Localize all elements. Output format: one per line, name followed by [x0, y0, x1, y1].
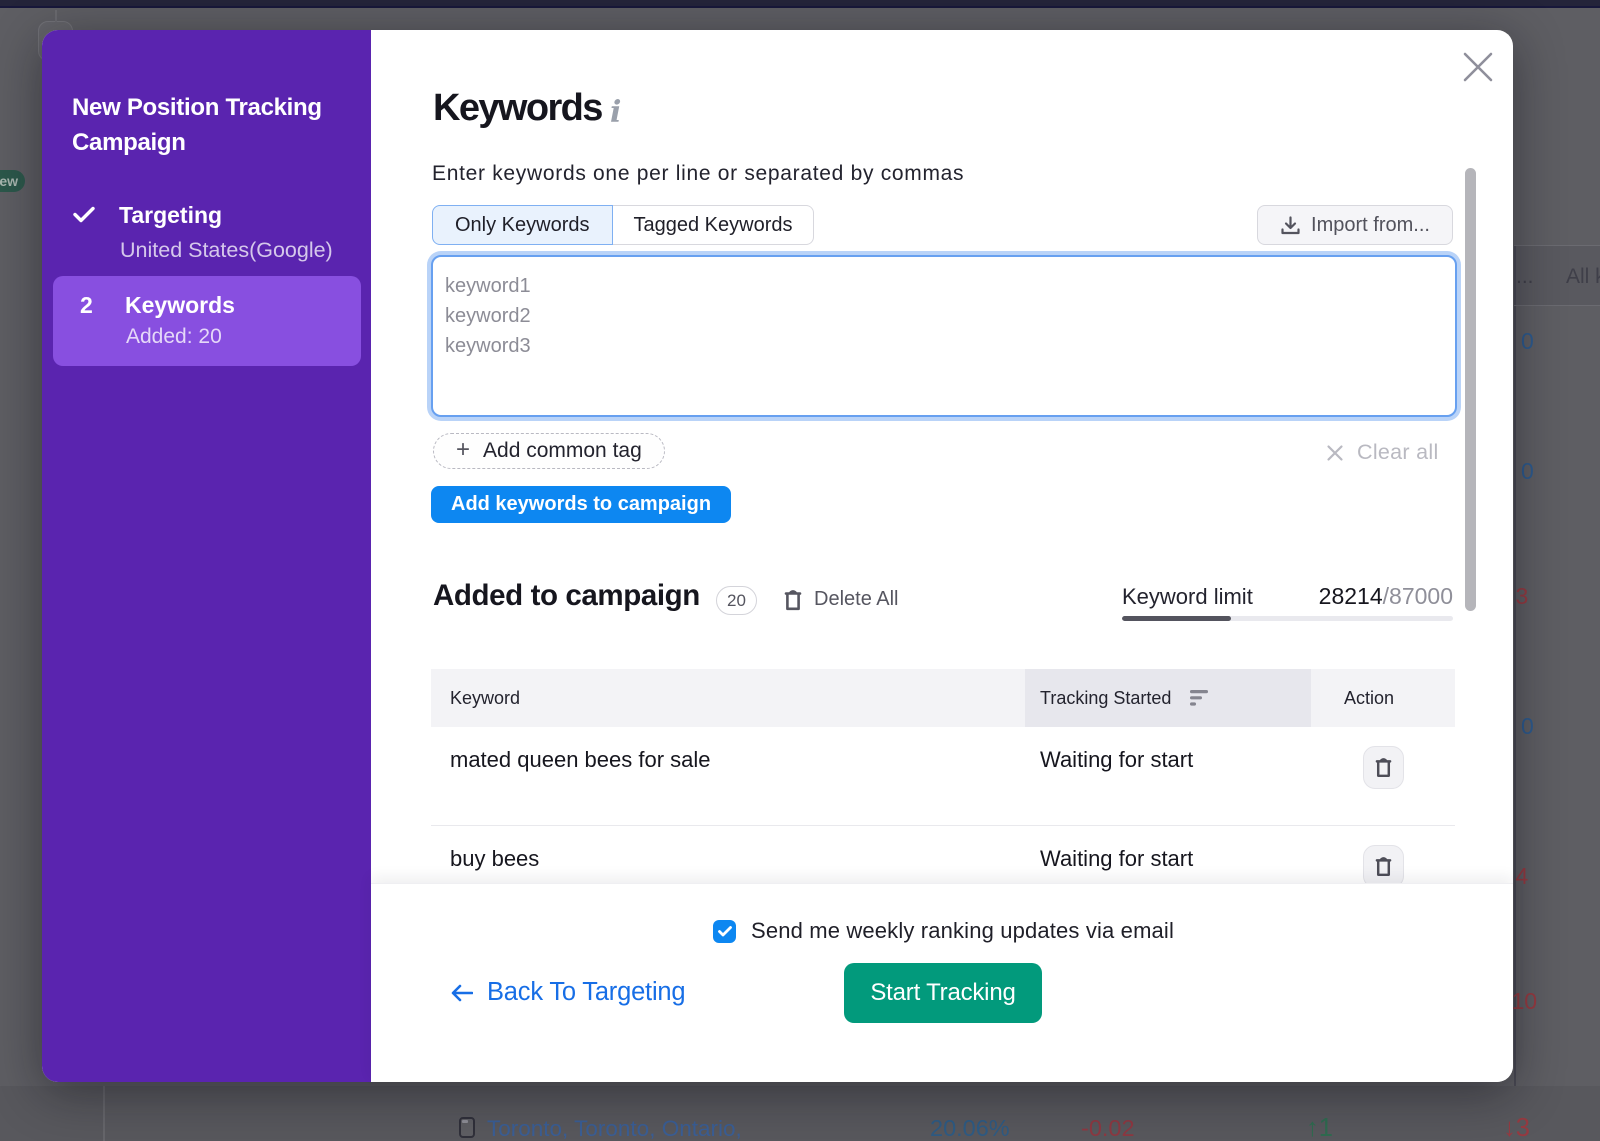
arrow-left-icon — [450, 984, 473, 1002]
import-from-button[interactable]: Import from... — [1257, 205, 1453, 245]
delete-row-button[interactable] — [1363, 845, 1404, 883]
background-bottom-strip — [0, 1086, 1600, 1141]
keywords-textarea[interactable] — [431, 255, 1457, 417]
added-count-badge: 20 — [716, 586, 757, 615]
table-row: buy bees Waiting for start — [431, 826, 1455, 883]
modal-footer: Send me weekly ranking updates via email… — [371, 883, 1513, 1082]
tab-tagged-keywords[interactable]: Tagged Keywords — [613, 205, 815, 245]
table-row: mated queen bees for sale Waiting for st… — [431, 727, 1455, 826]
email-updates-label: Send me weekly ranking updates via email — [751, 918, 1174, 944]
tab-only-keywords[interactable]: Only Keywords — [432, 205, 613, 245]
back-to-targeting-link[interactable]: Back To Targeting — [450, 978, 685, 1007]
clear-icon — [1325, 443, 1345, 463]
delete-all-label: Delete All — [814, 588, 899, 611]
added-keywords-table: Keyword Tracking Started Action mated qu… — [431, 669, 1455, 883]
wizard-title: New Position Tracking Campaign — [72, 90, 348, 160]
row-status: Waiting for start — [1025, 727, 1311, 774]
trash-icon — [1375, 856, 1392, 877]
added-to-campaign-heading: Added to campaign — [433, 577, 700, 615]
sidebar-step-keywords[interactable] — [53, 276, 361, 366]
column-header-keyword[interactable]: Keyword — [431, 669, 1025, 727]
row-keyword: buy bees — [431, 826, 1025, 873]
plus-icon: + — [456, 438, 470, 462]
close-icon[interactable] — [1462, 51, 1494, 83]
column-header-tracking-label: Tracking Started — [1040, 688, 1171, 709]
table-rows-viewport: mated queen bees for sale Waiting for st… — [431, 727, 1455, 883]
import-from-label: Import from... — [1311, 214, 1430, 237]
keyword-limit-value: 28214/87000 — [1260, 583, 1453, 610]
back-to-targeting-label: Back To Targeting — [487, 978, 685, 1007]
sidebar-step-keywords-sub: Added: 20 — [126, 323, 222, 351]
row-action — [1311, 826, 1455, 883]
sort-icon — [1190, 690, 1208, 707]
keyword-limit-used: 28214 — [1319, 583, 1383, 609]
background-diff-value: -0.02 — [1081, 1115, 1135, 1141]
email-updates-row: Send me weekly ranking updates via email — [713, 918, 1174, 944]
background-hairline — [55, 10, 57, 22]
table-header: Keyword Tracking Started Action — [431, 669, 1455, 727]
trash-icon — [1375, 757, 1392, 778]
add-keywords-button[interactable]: Add keywords to campaign — [431, 486, 731, 523]
background-down-value: ↓3 — [1503, 1114, 1530, 1141]
wizard-sidebar: New Position Tracking Campaign Targeting… — [42, 30, 371, 1082]
delete-row-button[interactable] — [1363, 746, 1404, 789]
keyword-limit-progressbar — [1122, 616, 1453, 621]
clear-all-label: Clear all — [1357, 440, 1439, 465]
column-header-action: Action — [1311, 669, 1455, 727]
column-header-tracking-started[interactable]: Tracking Started — [1025, 669, 1311, 727]
email-updates-checkbox[interactable] — [713, 920, 736, 943]
start-tracking-button[interactable]: Start Tracking — [844, 963, 1042, 1023]
check-icon — [73, 206, 95, 223]
info-icon[interactable]: i — [610, 95, 621, 130]
delete-all-button[interactable]: Delete All — [784, 588, 899, 611]
keywords-hint: Enter keywords one per line or separated… — [432, 161, 964, 187]
add-common-tag-button[interactable]: + Add common tag — [433, 433, 665, 469]
row-action — [1311, 727, 1455, 789]
keyword-limit-progress-fill — [1122, 616, 1231, 621]
clear-all-button[interactable]: Clear all — [1325, 440, 1439, 465]
sidebar-step-targeting[interactable]: Targeting — [119, 201, 222, 229]
keywords-mode-toggle: Only Keywords Tagged Keywords — [432, 205, 814, 245]
sidebar-step-keywords-label: Keywords — [125, 291, 235, 319]
trash-icon — [784, 589, 802, 611]
modal-scrollbar-thumb[interactable] — [1465, 168, 1476, 611]
check-icon — [718, 926, 732, 937]
page-title: Keywords — [433, 86, 602, 130]
background-value: 0 — [1521, 458, 1534, 485]
download-icon — [1280, 215, 1301, 236]
keyword-limit-label: Keyword limit — [1122, 584, 1253, 610]
background-city-link: Toronto, Toronto, Ontario, — [487, 1116, 742, 1141]
step-number: 2 — [80, 291, 93, 319]
background-value: 0 — [1521, 713, 1534, 740]
mobile-phone-icon — [459, 1117, 475, 1138]
background-new-badge: ew — [0, 170, 25, 192]
background-visibility-value: 20.06% — [930, 1115, 1010, 1141]
background-value: 0 — [1521, 328, 1534, 355]
background-header-dots: ... — [1516, 265, 1534, 289]
background-bottom-border — [103, 1086, 105, 1141]
row-keyword: mated queen bees for sale — [431, 727, 1025, 774]
keyword-limit-total: /87000 — [1383, 583, 1453, 609]
add-common-tag-label: Add common tag — [483, 439, 642, 463]
background-top-navbar — [0, 0, 1600, 8]
background-row-border — [1514, 245, 1600, 246]
background-header-all: All k — [1566, 265, 1600, 289]
row-status: Waiting for start — [1025, 826, 1311, 873]
new-campaign-modal: New Position Tracking Campaign Targeting… — [42, 30, 1513, 1082]
background-up-value: ↑1 — [1306, 1114, 1333, 1141]
background-row-border — [1514, 305, 1600, 306]
sidebar-step-targeting-sub: United States(Google) — [120, 236, 333, 264]
